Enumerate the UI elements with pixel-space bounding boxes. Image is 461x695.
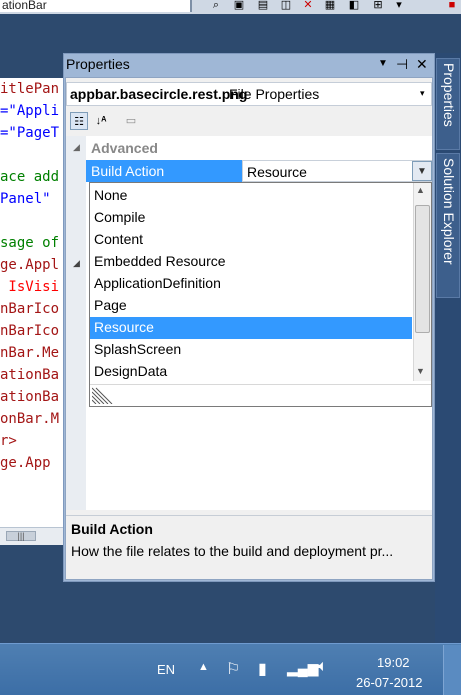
scroll-down-icon[interactable]: ▼ bbox=[416, 366, 425, 376]
alphabetical-sort-icon[interactable]: ↓ᴬ bbox=[92, 112, 110, 130]
tab-properties[interactable]: Properties bbox=[436, 58, 460, 150]
code-line[interactable]: ge.App bbox=[0, 452, 51, 474]
dropdown-option[interactable]: Compile bbox=[90, 207, 412, 229]
solution-icon[interactable]: ▤ bbox=[255, 0, 271, 11]
build-action-dropdown-list[interactable]: None Compile Content Embedded Resource Appli… bbox=[89, 182, 432, 407]
dropdown-option[interactable]: Content bbox=[90, 229, 412, 251]
language-indicator[interactable]: EN bbox=[157, 662, 175, 677]
dropdown-arrow-icon[interactable]: ▼ bbox=[412, 161, 432, 181]
code-line[interactable]: ="PageT bbox=[0, 122, 59, 144]
show-hidden-icons-icon[interactable]: ▲ bbox=[198, 661, 209, 673]
property-grid-gutter bbox=[66, 136, 86, 510]
code-line[interactable]: ationBa bbox=[0, 386, 59, 408]
code-line[interactable]: sage of bbox=[0, 232, 59, 254]
code-line[interactable]: ationBa bbox=[0, 364, 59, 386]
pin-icon[interactable]: ⊣ bbox=[396, 55, 408, 73]
volume-icon[interactable]: 🔈︎ bbox=[318, 658, 328, 676]
category-advanced[interactable]: Advanced bbox=[91, 140, 158, 156]
property-pages-icon[interactable]: ▭ bbox=[122, 112, 140, 130]
clock-date[interactable]: 26-07-2012 bbox=[356, 675, 423, 690]
toolbox-icon[interactable]: ▦ bbox=[322, 0, 338, 11]
dropdown-option[interactable]: Page bbox=[90, 295, 412, 317]
dropdown-option[interactable]: Embedded Resource bbox=[90, 251, 412, 273]
collapse-advanced-icon[interactable]: ◢ bbox=[73, 142, 80, 153]
code-line[interactable]: Panel" bbox=[0, 188, 59, 210]
dropdown-option[interactable]: SplashScreen bbox=[90, 339, 412, 361]
code-line[interactable]: nBar.Me bbox=[0, 342, 59, 364]
object-browser-icon[interactable]: ◫ bbox=[278, 0, 294, 11]
code-line[interactable]: itlePan bbox=[0, 78, 59, 100]
expand-category-icon[interactable]: ◢ bbox=[73, 258, 80, 269]
code-line[interactable]: nBarIco bbox=[0, 320, 59, 342]
object-selector-arrow-icon[interactable]: ▾ bbox=[420, 88, 425, 99]
description-text: How the file relates to the build and de… bbox=[71, 543, 394, 559]
description-title: Build Action bbox=[71, 521, 153, 537]
close-icon[interactable]: ✕ bbox=[416, 55, 428, 73]
dropdown-scroll-thumb[interactable] bbox=[415, 205, 430, 333]
property-value-build-action[interactable]: Resource bbox=[242, 160, 432, 182]
tab-solution-explorer[interactable]: Solution Explorer bbox=[436, 153, 460, 298]
code-line[interactable]: IsVisi bbox=[0, 276, 59, 298]
object-name: appbar.basecircle.rest.png bbox=[70, 86, 248, 102]
toolbar-end-icon[interactable]: ■ bbox=[444, 0, 460, 11]
resize-grip-icon[interactable] bbox=[92, 386, 114, 404]
find-icon[interactable]: ⌕ bbox=[208, 0, 224, 11]
dropdown-option[interactable]: None bbox=[90, 185, 412, 207]
scroll-thumb-grip-icon[interactable]: ||| bbox=[6, 531, 36, 541]
dropdown-resize-area bbox=[90, 384, 431, 406]
dropdown-option[interactable]: ApplicationDefinition bbox=[90, 273, 412, 295]
code-line[interactable]: nBarIco bbox=[0, 298, 59, 320]
object-type: File Properties bbox=[229, 86, 320, 102]
window-position-chevron-icon[interactable]: ▼ bbox=[378, 55, 388, 73]
categorized-icon[interactable]: ☷ bbox=[70, 112, 88, 130]
scroll-up-icon[interactable]: ▲ bbox=[416, 185, 425, 195]
dropdown-icon[interactable]: ▾ bbox=[391, 0, 407, 11]
properties-icon[interactable]: ▣ bbox=[231, 0, 247, 11]
code-line[interactable]: ="Appli bbox=[0, 100, 59, 122]
properties-title: Properties bbox=[66, 56, 130, 72]
dropdown-option[interactable]: DesignData bbox=[90, 361, 412, 383]
extension-icon[interactable]: ⊞ bbox=[370, 0, 386, 11]
code-editor[interactable]: itlePan ="Appli ="PageT ace add Panel" sage … bbox=[0, 78, 64, 536]
code-line[interactable]: onBar.M bbox=[0, 408, 59, 430]
document-tab-title[interactable]: ationBar bbox=[0, 0, 192, 12]
show-desktop-button[interactable] bbox=[443, 645, 461, 695]
code-line[interactable]: r> bbox=[0, 430, 17, 452]
network-icon[interactable]: ▂▄▆ bbox=[287, 660, 318, 677]
property-name-build-action[interactable]: Build Action bbox=[86, 160, 242, 182]
battery-icon[interactable]: ▮ bbox=[258, 659, 267, 679]
code-line[interactable]: ge.Appl bbox=[0, 254, 59, 276]
clock-time[interactable]: 19:02 bbox=[377, 655, 410, 670]
start-page-icon[interactable]: ◧ bbox=[346, 0, 362, 11]
action-center-flag-icon[interactable]: ⚐ bbox=[226, 659, 240, 679]
delete-icon[interactable]: ✕ bbox=[300, 0, 316, 11]
code-line[interactable]: ace add bbox=[0, 166, 59, 188]
dropdown-option[interactable]: Resource bbox=[90, 317, 412, 339]
